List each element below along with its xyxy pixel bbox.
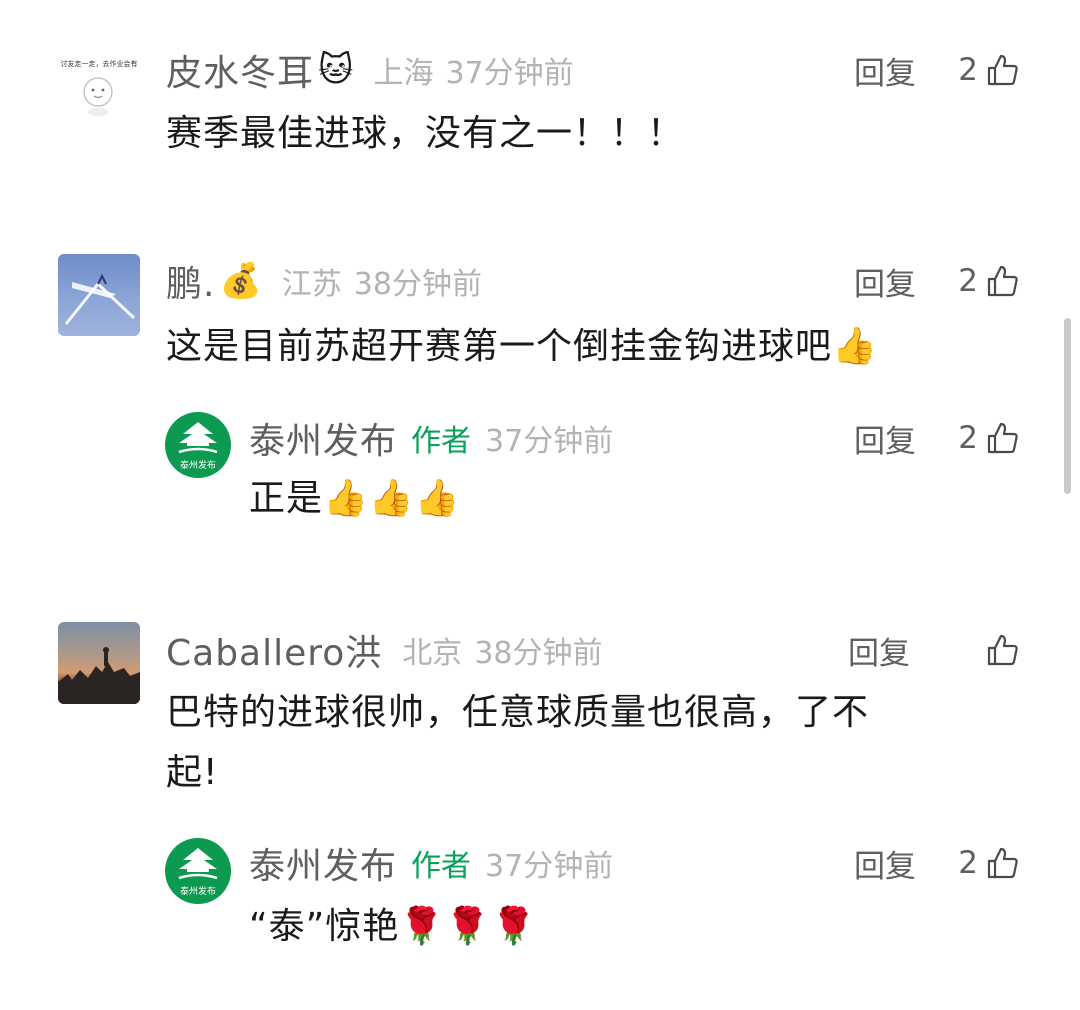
timestamp: 37分钟前 (485, 849, 614, 884)
reply-header: 泰州发布 作者 37分钟前 (249, 835, 613, 891)
reply-header: 泰州发布 作者 37分钟前 (249, 410, 613, 466)
reply-text: “泰”惊艳🌹🌹🌹 (249, 906, 537, 947)
location: 上海 (373, 56, 434, 91)
timestamp: 37分钟前 (445, 56, 574, 91)
comment-header: 鹏. 💰 江苏 38分钟前 (166, 253, 482, 309)
comment-text: 这是目前苏超开赛第一个倒挂金钩进球吧👍 (166, 326, 878, 367)
reply-text: 正是👍👍👍 (249, 478, 461, 519)
thumbs-up-icon[interactable] (986, 846, 1020, 880)
location: 北京 (402, 636, 463, 671)
like-count: 2 (958, 263, 978, 299)
reply-actions: 回复 2 (854, 835, 1020, 891)
comment-text: 赛季最佳进球，没有之一！！！ (166, 113, 685, 154)
avatar[interactable]: 讨友走一走，去作业会有 (58, 44, 140, 126)
like-count: 2 (958, 52, 978, 88)
like-count: 2 (958, 420, 978, 456)
comment-text-line: 巴特的进球很帅，任意球质量也很高，了不 (166, 692, 870, 733)
scrollbar[interactable] (1064, 318, 1071, 494)
timestamp: 38分钟前 (353, 267, 482, 302)
reply-actions: 回复 2 (854, 410, 1020, 466)
thumbs-up-icon[interactable] (986, 264, 1020, 298)
username[interactable]: 泰州发布 (249, 412, 397, 464)
username[interactable]: 鹏. (166, 255, 215, 307)
avatar[interactable] (58, 622, 140, 704)
location: 江苏 (281, 267, 342, 302)
timestamp: 37分钟前 (485, 424, 614, 459)
reply-button[interactable]: 回复 (854, 259, 916, 304)
thumbs-up-icon[interactable] (986, 633, 1020, 667)
comment-actions: 回复 2 (854, 253, 1020, 309)
username[interactable]: Caballero洪 (166, 624, 382, 676)
author-badge: 作者 (411, 849, 472, 884)
username[interactable]: 泰州发布 (249, 837, 397, 889)
avatar[interactable] (58, 254, 140, 336)
avatar-brand-text: 泰州发布 (180, 459, 216, 471)
comment-actions: 回复 (848, 622, 1020, 678)
money-bag-emoji-icon: 💰 (219, 261, 262, 301)
avatar-brand-text: 泰州发布 (180, 885, 216, 897)
author-badge: 作者 (411, 424, 472, 459)
like-count: 2 (958, 845, 978, 881)
reply-button[interactable]: 回复 (854, 416, 916, 461)
timestamp: 38分钟前 (474, 636, 603, 671)
reply-button[interactable]: 回复 (854, 48, 916, 93)
thumbs-up-icon[interactable] (986, 53, 1020, 87)
avatar[interactable]: 泰州发布 (165, 412, 231, 478)
avatar[interactable]: 泰州发布 (165, 838, 231, 904)
avatar-caption: 讨友走一走，去作业会有 (61, 59, 138, 68)
cat-emoji-icon: 🐱 (318, 50, 354, 90)
username[interactable]: 皮水冬耳 (166, 44, 314, 96)
thumbs-up-icon[interactable] (986, 421, 1020, 455)
reply-button[interactable]: 回复 (854, 841, 916, 886)
comment-header: 皮水冬耳 🐱 上海 37分钟前 (166, 42, 574, 98)
comment-text-line: 起! (166, 752, 219, 793)
comment-header: Caballero洪 北京 38分钟前 (166, 622, 603, 678)
comment-actions: 回复 2 (854, 42, 1020, 98)
reply-button[interactable]: 回复 (848, 628, 910, 673)
